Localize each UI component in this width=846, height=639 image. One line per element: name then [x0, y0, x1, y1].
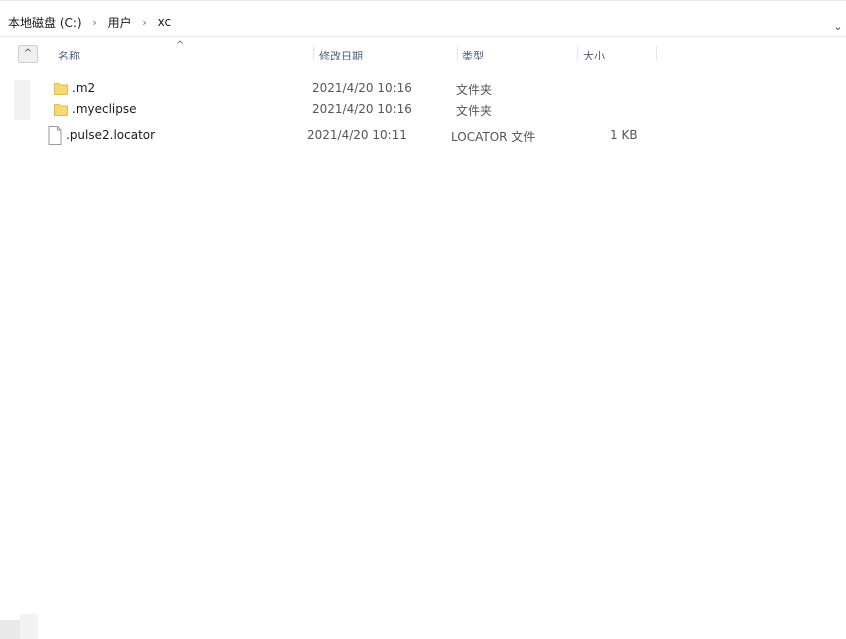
window-top-border [0, 0, 846, 1]
file-date: 2021/4/20 10:16 [312, 81, 412, 95]
file-icon [48, 126, 62, 145]
column-header-date[interactable]: 修改日期 [319, 48, 363, 60]
file-name: .myeclipse [72, 102, 137, 116]
file-row[interactable]: .pulse2.locator 2021/4/20 10:11 LOCATOR … [40, 126, 660, 146]
address-bar[interactable]: 本地磁盘 (C:) › 用户 › xc ⌄ [0, 8, 846, 37]
folder-icon [54, 104, 68, 116]
scroll-up-button[interactable]: ^ [18, 45, 38, 63]
column-header-name[interactable]: 名称 [58, 48, 80, 60]
breadcrumb-users[interactable]: 用户 [108, 14, 132, 31]
chevron-right-icon[interactable]: › [90, 16, 100, 29]
chevron-down-icon[interactable]: ⌄ [832, 21, 844, 33]
column-header-size[interactable]: 大小 [583, 48, 605, 60]
file-name: .m2 [72, 81, 96, 95]
column-divider[interactable] [313, 46, 314, 60]
scrollbar-corner [20, 614, 38, 639]
file-name: .pulse2.locator [66, 128, 156, 142]
file-type: 文件夹 [456, 104, 493, 118]
chevron-right-icon[interactable]: › [140, 16, 150, 29]
column-divider[interactable] [656, 46, 657, 60]
file-date: 2021/4/20 10:16 [312, 102, 412, 116]
column-divider[interactable] [577, 46, 578, 60]
column-header-type[interactable]: 类型 [462, 48, 484, 60]
file-type: LOCATOR 文件 [451, 130, 536, 144]
scrollbar-corner [0, 620, 20, 639]
column-divider[interactable] [457, 46, 458, 60]
file-size: 1 KB [610, 128, 638, 142]
sort-ascending-icon: ^ [176, 40, 185, 51]
file-type: 文件夹 [456, 83, 493, 97]
breadcrumb-local-disk[interactable]: 本地磁盘 (C:) [8, 14, 82, 31]
file-row[interactable]: .myeclipse 2021/4/20 10:16 文件夹 [40, 100, 660, 120]
file-date: 2021/4/20 10:11 [307, 128, 407, 142]
breadcrumb-xc[interactable]: xc [158, 15, 172, 29]
file-row[interactable]: .m2 2021/4/20 10:16 文件夹 [40, 79, 660, 99]
folder-icon [54, 83, 68, 95]
navigation-pane-scroll [14, 80, 30, 120]
